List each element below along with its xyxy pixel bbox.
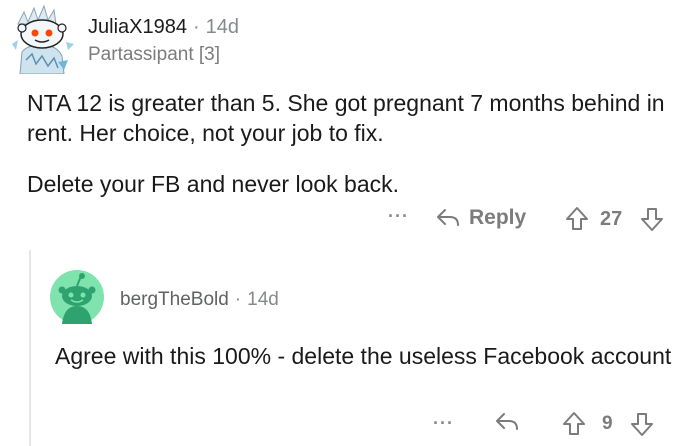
comment-author-line: bergTheBold · 14d <box>120 289 279 311</box>
avatar[interactable] <box>50 270 104 324</box>
snoo-avatar-icon <box>50 270 104 324</box>
downvote-icon <box>641 208 663 231</box>
user-flair: Partassipant [3] <box>88 44 221 65</box>
upvote-icon <box>563 412 585 435</box>
vote-count: 9 <box>602 413 613 434</box>
comment-body: Delete your FB and never look back. <box>27 171 400 197</box>
reply-button[interactable] <box>494 411 520 433</box>
more-options-button[interactable]: ··· <box>388 206 409 227</box>
timestamp: 14d <box>247 289 279 310</box>
downvote-button[interactable] <box>630 411 654 437</box>
timestamp: 14d <box>205 16 240 38</box>
reply-button[interactable]: Reply <box>435 206 526 230</box>
reply-arrow-icon <box>496 413 518 430</box>
snoo-avatar-icon <box>12 4 74 74</box>
comment-body: Agree with this 100% - delete the useles… <box>55 343 672 369</box>
upvote-button[interactable] <box>565 206 589 232</box>
reply-label: Reply <box>469 206 527 229</box>
comment-author-line: JuliaX1984 · 14d <box>88 16 239 39</box>
comment-body: NTA 12 is greater than 5. She got pregna… <box>27 90 665 146</box>
avatar[interactable] <box>8 4 78 74</box>
username[interactable]: bergTheBold <box>120 289 229 310</box>
separator: · <box>192 16 200 38</box>
separator: · <box>234 289 242 310</box>
upvote-icon <box>566 207 588 230</box>
vote-count: 27 <box>600 208 623 230</box>
upvote-button[interactable] <box>562 411 586 437</box>
downvote-button[interactable] <box>640 206 664 232</box>
username[interactable]: JuliaX1984 <box>88 16 187 38</box>
downvote-icon <box>631 413 653 436</box>
more-options-button[interactable]: ··· <box>433 413 454 434</box>
thread-line[interactable] <box>29 250 31 446</box>
reply-arrow-icon <box>437 209 459 226</box>
